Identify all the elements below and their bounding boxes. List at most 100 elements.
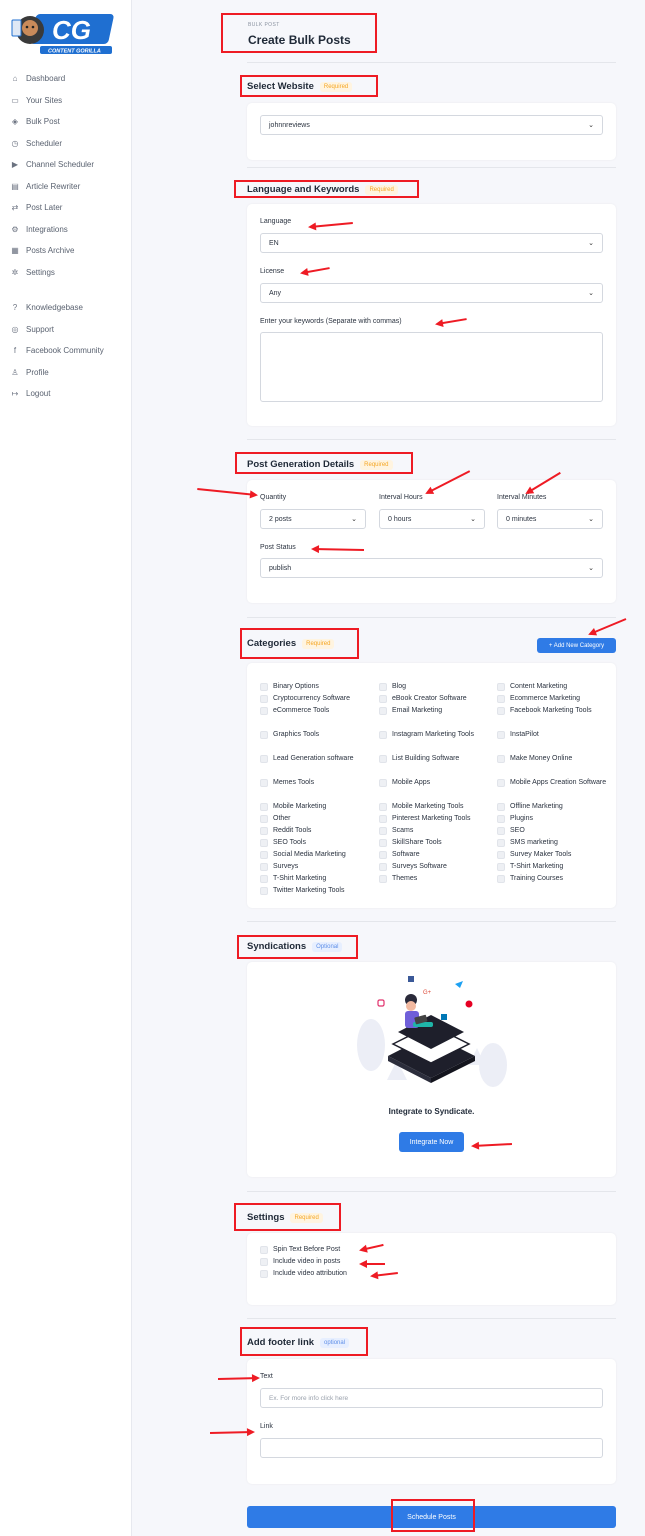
category-option[interactable]: Surveys bbox=[260, 861, 381, 873]
category-option[interactable]: Graphics Tools bbox=[260, 729, 381, 741]
checkbox[interactable] bbox=[260, 755, 268, 763]
category-option[interactable]: Lead Generation software bbox=[260, 753, 381, 765]
checkbox[interactable] bbox=[497, 839, 505, 847]
category-option[interactable]: Make Money Online bbox=[497, 753, 618, 765]
website-select[interactable]: johnnreviews ⌄ bbox=[260, 115, 603, 135]
checkbox[interactable] bbox=[497, 695, 505, 703]
checkbox[interactable] bbox=[379, 731, 387, 739]
nav-knowledgebase[interactable]: ? Knowledgebase bbox=[10, 297, 128, 319]
category-option[interactable]: SEO bbox=[497, 825, 618, 837]
category-option[interactable]: Mobile Marketing Tools bbox=[379, 801, 500, 813]
category-option[interactable]: Facebook Marketing Tools bbox=[497, 705, 618, 717]
category-option[interactable]: eCommerce Tools bbox=[260, 705, 381, 717]
category-option[interactable]: Mobile Apps bbox=[379, 777, 500, 789]
category-option[interactable]: SkillShare Tools bbox=[379, 837, 500, 849]
checkbox[interactable] bbox=[260, 695, 268, 703]
nav-bulk-post[interactable]: ◈ Bulk Post bbox=[10, 111, 128, 133]
logo[interactable]: CG CONTENT GORILLA bbox=[8, 6, 118, 58]
checkbox[interactable] bbox=[497, 803, 505, 811]
checkbox[interactable] bbox=[260, 839, 268, 847]
category-option[interactable]: Twitter Marketing Tools bbox=[260, 885, 381, 897]
checkbox[interactable] bbox=[497, 851, 505, 859]
checkbox[interactable] bbox=[497, 779, 505, 787]
integrate-now-button[interactable]: Integrate Now bbox=[399, 1132, 464, 1152]
checkbox[interactable] bbox=[260, 803, 268, 811]
category-option[interactable]: Content Marketing bbox=[497, 681, 618, 693]
category-option[interactable]: List Building Software bbox=[379, 753, 500, 765]
nav-scheduler[interactable]: ◷ Scheduler bbox=[10, 133, 128, 155]
checkbox[interactable] bbox=[260, 887, 268, 895]
category-option[interactable]: SEO Tools bbox=[260, 837, 381, 849]
nav-dashboard[interactable]: ⌂ Dashboard bbox=[10, 68, 128, 90]
setting-include-video[interactable]: Include video in posts bbox=[260, 1256, 473, 1268]
category-option[interactable]: Scams bbox=[379, 825, 500, 837]
checkbox[interactable] bbox=[497, 707, 505, 715]
footer-text-input[interactable]: Ex. For more info click here bbox=[260, 1388, 603, 1408]
checkbox[interactable] bbox=[260, 731, 268, 739]
category-option[interactable]: T-Shirt Marketing bbox=[260, 873, 381, 885]
checkbox[interactable] bbox=[497, 815, 505, 823]
checkbox[interactable] bbox=[260, 683, 268, 691]
category-option[interactable]: Software bbox=[379, 849, 500, 861]
nav-your-sites[interactable]: ▭ Your Sites bbox=[10, 90, 128, 112]
checkbox[interactable] bbox=[379, 815, 387, 823]
checkbox[interactable] bbox=[260, 875, 268, 883]
nav-article-rewriter[interactable]: ▤ Article Rewriter bbox=[10, 176, 128, 198]
category-option[interactable]: Blog bbox=[379, 681, 500, 693]
category-option[interactable]: Binary Options bbox=[260, 681, 381, 693]
category-option[interactable]: Pinterest Marketing Tools bbox=[379, 813, 500, 825]
checkbox[interactable] bbox=[379, 695, 387, 703]
nav-posts-archive[interactable]: ▦ Posts Archive bbox=[10, 240, 128, 262]
category-option[interactable]: InstaPilot bbox=[497, 729, 618, 741]
checkbox[interactable] bbox=[260, 1270, 268, 1278]
category-option[interactable]: Memes Tools bbox=[260, 777, 381, 789]
nav-support[interactable]: ◎ Support bbox=[10, 319, 128, 341]
checkbox[interactable] bbox=[260, 707, 268, 715]
category-option[interactable]: Surveys Software bbox=[379, 861, 500, 873]
interval-minutes-select[interactable]: 0 minutes ⌄ bbox=[497, 509, 603, 529]
category-option[interactable]: Social Media Marketing bbox=[260, 849, 381, 861]
category-option[interactable]: SMS marketing bbox=[497, 837, 618, 849]
nav-integrations[interactable]: ⚙ Integrations bbox=[10, 219, 128, 241]
nav-facebook-community[interactable]: f Facebook Community bbox=[10, 340, 128, 362]
checkbox[interactable] bbox=[379, 827, 387, 835]
category-option[interactable]: Mobile Apps Creation Software bbox=[497, 777, 618, 789]
category-option[interactable]: Mobile Marketing bbox=[260, 801, 381, 813]
checkbox[interactable] bbox=[379, 803, 387, 811]
checkbox[interactable] bbox=[497, 755, 505, 763]
checkbox[interactable] bbox=[379, 875, 387, 883]
checkbox[interactable] bbox=[497, 875, 505, 883]
quantity-select[interactable]: 2 posts ⌄ bbox=[260, 509, 366, 529]
language-select[interactable]: EN ⌄ bbox=[260, 233, 603, 253]
category-option[interactable]: Survey Maker Tools bbox=[497, 849, 618, 861]
checkbox[interactable] bbox=[379, 755, 387, 763]
license-select[interactable]: Any ⌄ bbox=[260, 283, 603, 303]
checkbox[interactable] bbox=[379, 683, 387, 691]
category-option[interactable]: Email Marketing bbox=[379, 705, 500, 717]
checkbox[interactable] bbox=[260, 1258, 268, 1266]
checkbox[interactable] bbox=[260, 827, 268, 835]
category-option[interactable]: Themes bbox=[379, 873, 500, 885]
nav-post-later[interactable]: ⇄ Post Later bbox=[10, 197, 128, 219]
category-option[interactable]: T-Shirt Marketing bbox=[497, 861, 618, 873]
category-option[interactable]: Other bbox=[260, 813, 381, 825]
post-status-select[interactable]: publish ⌄ bbox=[260, 558, 603, 578]
checkbox[interactable] bbox=[379, 851, 387, 859]
category-option[interactable]: Cryptocurrency Software bbox=[260, 693, 381, 705]
checkbox[interactable] bbox=[260, 815, 268, 823]
checkbox[interactable] bbox=[260, 779, 268, 787]
category-option[interactable]: Reddit Tools bbox=[260, 825, 381, 837]
nav-profile[interactable]: ♙ Profile bbox=[10, 362, 128, 384]
nav-logout[interactable]: ↦ Logout bbox=[10, 383, 128, 405]
interval-hours-select[interactable]: 0 hours ⌄ bbox=[379, 509, 485, 529]
checkbox[interactable] bbox=[379, 779, 387, 787]
checkbox[interactable] bbox=[379, 863, 387, 871]
category-option[interactable]: Plugins bbox=[497, 813, 618, 825]
category-option[interactable]: Ecommerce Marketing bbox=[497, 693, 618, 705]
checkbox[interactable] bbox=[379, 839, 387, 847]
category-option[interactable]: Offline Marketing bbox=[497, 801, 618, 813]
add-category-button[interactable]: + Add New Category bbox=[537, 638, 616, 653]
category-option[interactable]: Training Courses bbox=[497, 873, 618, 885]
checkbox[interactable] bbox=[497, 827, 505, 835]
checkbox[interactable] bbox=[260, 1246, 268, 1254]
